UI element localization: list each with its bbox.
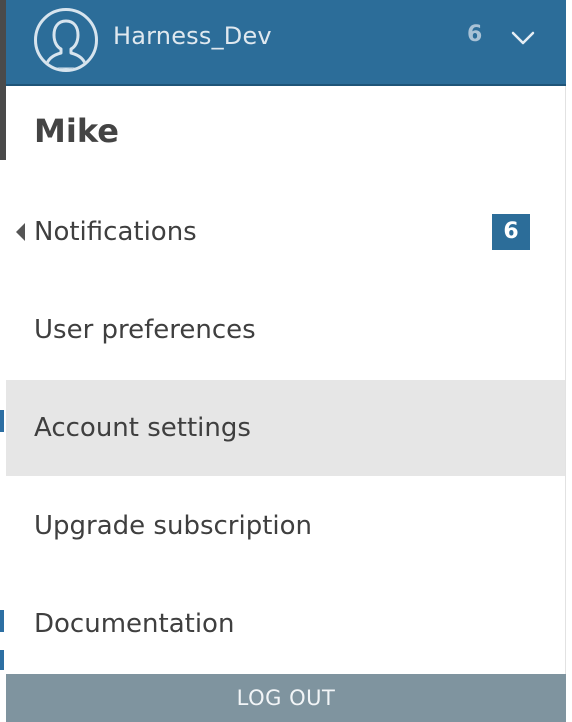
user-name: Mike — [34, 112, 119, 150]
notifications-badge: 6 — [492, 214, 530, 250]
menu-item-account-settings[interactable]: Account settings — [6, 380, 565, 476]
background-text-fragment — [0, 650, 4, 670]
account-dropdown-screen: Harness_Dev 6 Mike Notifications 6 User … — [0, 0, 572, 722]
account-header[interactable]: Harness_Dev 6 — [6, 0, 566, 86]
menu-item-label: Notifications — [34, 217, 197, 247]
background-text-fragment — [0, 610, 4, 632]
menu-item-user-preferences[interactable]: User preferences — [6, 282, 565, 378]
chevron-down-icon[interactable] — [510, 28, 536, 48]
account-menu-panel: Mike Notifications 6 User preferences Ac… — [6, 86, 566, 722]
menu-item-notifications[interactable]: Notifications 6 — [6, 184, 565, 280]
menu-item-label: Upgrade subscription — [34, 511, 313, 541]
notification-count: 6 — [467, 22, 483, 47]
account-name: Harness_Dev — [113, 22, 272, 50]
caret-left-icon — [16, 223, 25, 241]
menu-item-label: User preferences — [34, 315, 256, 345]
menu-item-documentation[interactable]: Documentation — [6, 576, 565, 672]
menu-item-label: Documentation — [34, 609, 235, 639]
logout-button[interactable]: LOG OUT — [6, 674, 566, 722]
menu-item-label: Account settings — [34, 413, 251, 443]
background-text-fragment — [0, 410, 4, 432]
menu-item-upgrade-subscription[interactable]: Upgrade subscription — [6, 478, 565, 574]
user-avatar-icon — [34, 8, 98, 72]
